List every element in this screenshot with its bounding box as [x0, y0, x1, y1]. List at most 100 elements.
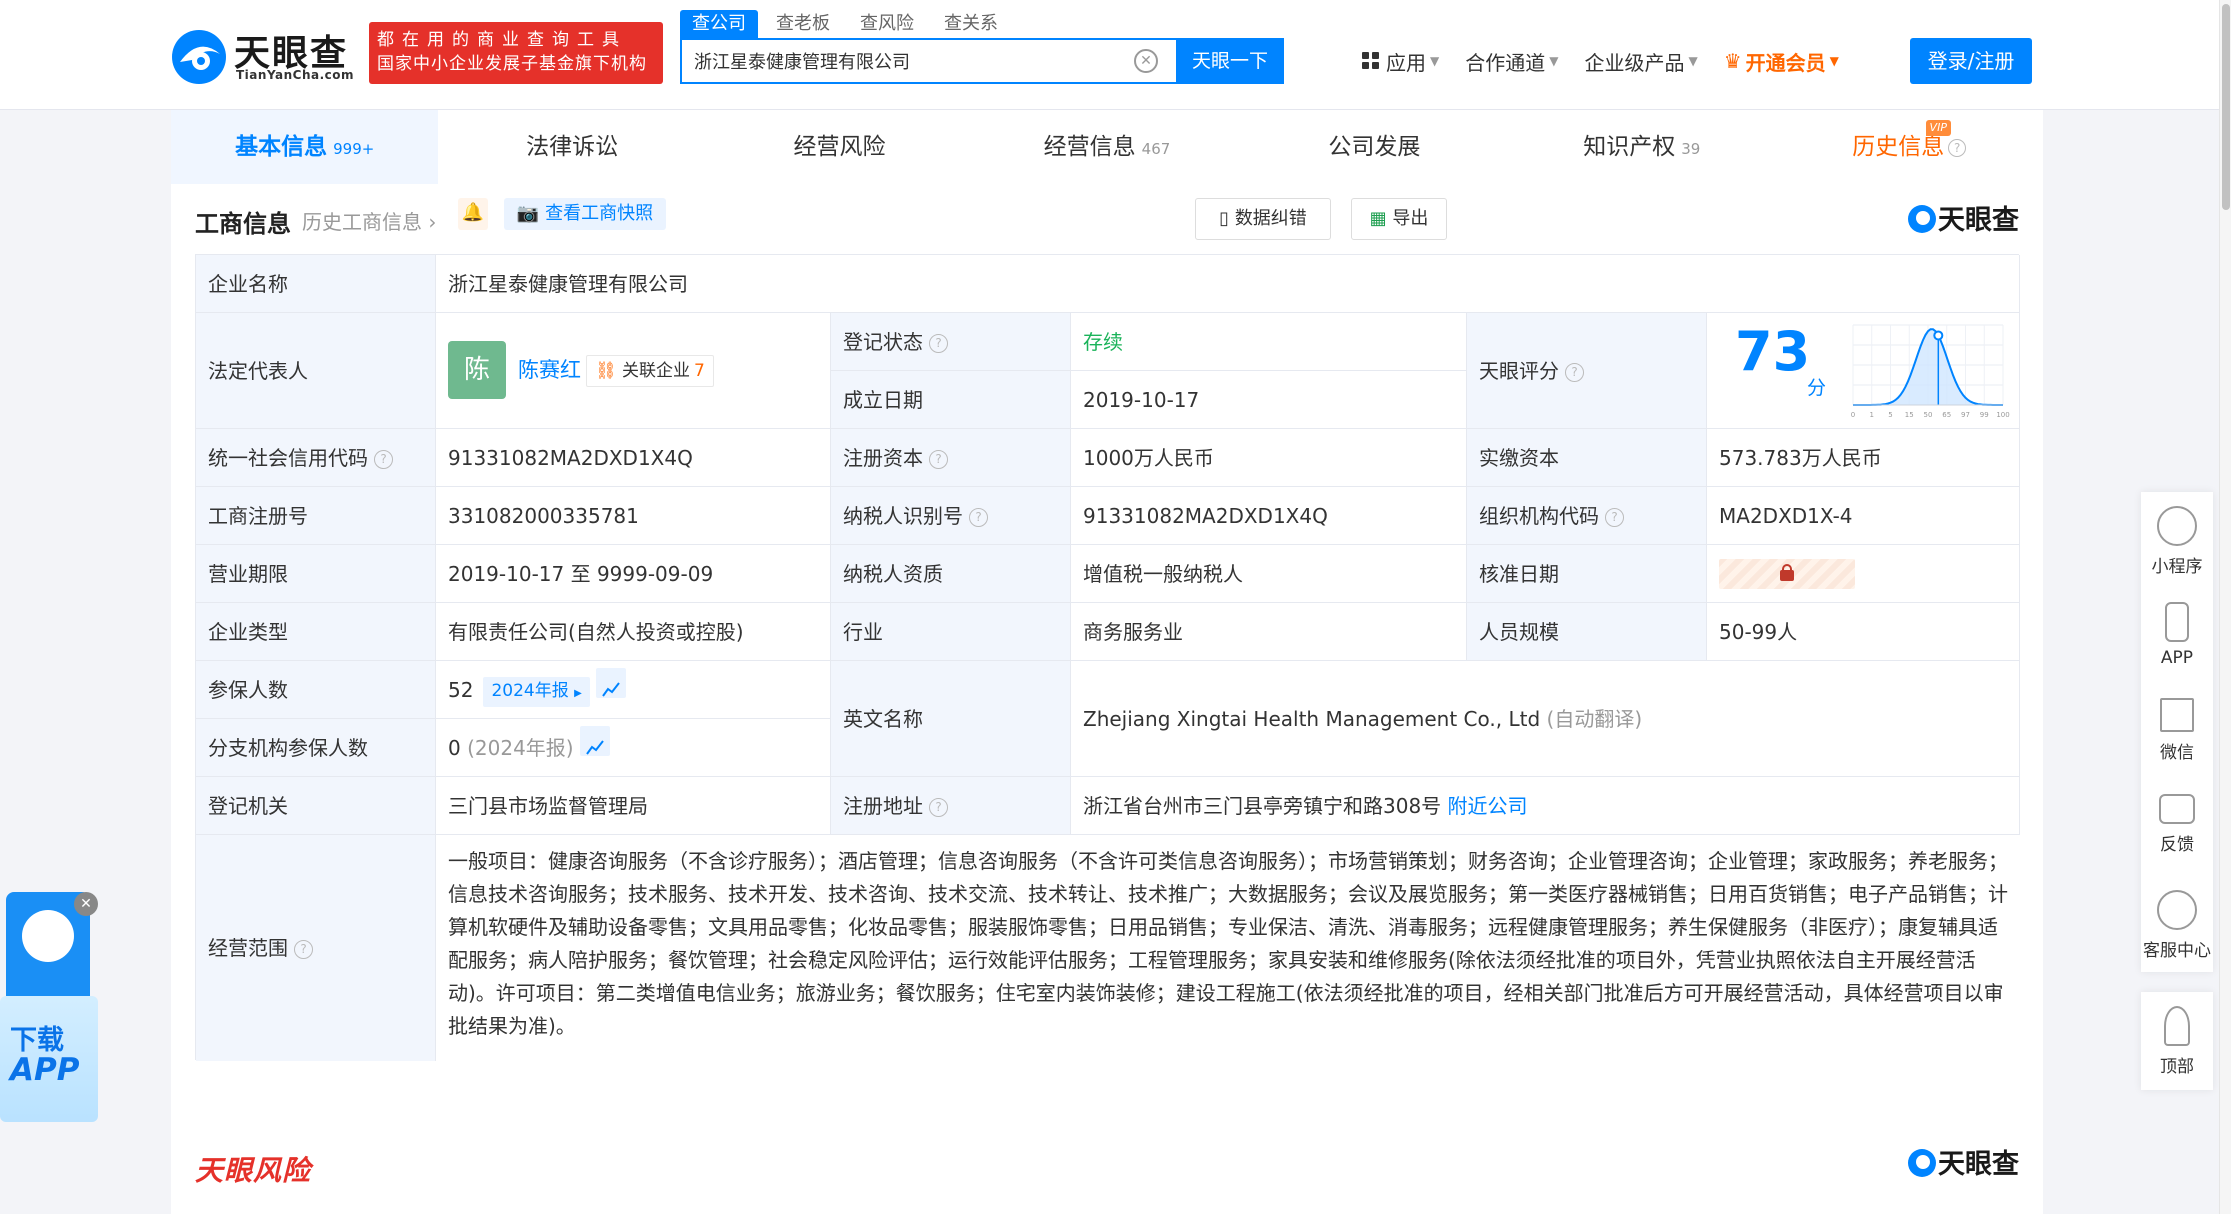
search-tab-company[interactable]: 查公司	[680, 10, 758, 38]
tab-development[interactable]: 公司发展	[1241, 110, 1508, 184]
search-tab-boss[interactable]: 查老板	[764, 10, 842, 38]
snapshot-button[interactable]: 📷 查看工商快照	[504, 198, 666, 230]
help-icon[interactable]: ?	[294, 940, 313, 959]
app-button[interactable]: APP	[2141, 588, 2213, 684]
back-to-top[interactable]: 顶部	[2141, 992, 2213, 1088]
tax-qualification-value: 增值税一般纳税人	[1071, 545, 1467, 603]
tab-ip[interactable]: 知识产权 39	[1508, 110, 1775, 184]
help-icon[interactable]: ?	[929, 798, 948, 817]
staff-size-value: 50-99人	[1707, 603, 2020, 661]
logo-eye-icon	[1908, 205, 1936, 233]
mini-program-button[interactable]: 小程序	[2141, 492, 2213, 588]
download-app-banner[interactable]: 下载 APP	[0, 996, 98, 1122]
download-app-float[interactable]: 下载 APP ✕	[0, 892, 100, 1132]
export-button[interactable]: ▦ 导出	[1351, 198, 1447, 240]
score-unit: 分	[1807, 377, 1827, 399]
legal-rep-cell: 陈 陈赛红 ⛓ 关联企业 7	[436, 313, 831, 429]
history-business-link[interactable]: 历史工商信息 ›	[302, 206, 436, 235]
search-button[interactable]: 天眼一下	[1176, 38, 1284, 84]
label-english-name: 英文名称	[831, 661, 1071, 777]
label-text: 经营范围	[208, 936, 288, 960]
close-icon[interactable]: ✕	[74, 892, 98, 916]
customer-service-button[interactable]: 客服中心	[2141, 876, 2213, 972]
tab-operating-risk[interactable]: 经营风险	[706, 110, 973, 184]
crown-icon: ♛	[1723, 49, 1742, 73]
chat-icon	[2159, 794, 2195, 824]
tianyan-score-cell: 73 分 0 1 5 15 50 65 97 99 100	[1707, 313, 2020, 429]
insured-value: 52	[448, 678, 474, 702]
help-icon[interactable]: ?	[929, 450, 948, 469]
mini-program-icon	[2157, 506, 2197, 546]
search-tab-risk[interactable]: 查风险	[848, 10, 926, 38]
tianyancha-logo[interactable]: 天眼查 TianYanCha.com	[170, 24, 360, 86]
nav-partner[interactable]: 合作通道 ▼	[1465, 47, 1558, 76]
chart-area	[1853, 329, 2003, 405]
help-icon[interactable]: ?	[969, 508, 988, 527]
tab-basic-info[interactable]: 基本信息 999+	[171, 110, 439, 184]
clear-search-icon[interactable]: ✕	[1134, 49, 1158, 73]
tab-label: 经营信息	[1043, 134, 1136, 160]
help-icon[interactable]: ?	[374, 450, 393, 469]
tab-history[interactable]: 历史信息? VIP	[1776, 110, 2043, 184]
score-distribution-chart: 0 1 5 15 50 65 97 99 100	[1851, 324, 2010, 419]
help-icon[interactable]: ?	[1605, 508, 1624, 527]
tab-label: 历史信息	[1852, 134, 1945, 160]
rf-label: APP	[2160, 648, 2194, 668]
legal-rep-name[interactable]: 陈赛红	[518, 341, 581, 399]
download-app-label: APP	[10, 1052, 80, 1088]
nav-enterprise-label: 企业级产品	[1584, 50, 1685, 75]
vertical-scrollbar[interactable]	[2219, 0, 2231, 1214]
apps-grid-icon	[1362, 52, 1380, 70]
rf-label: 客服中心	[2143, 941, 2211, 961]
tab-label: 经营风险	[793, 134, 886, 160]
business-scope-value: 一般项目：健康咨询服务（不含诊疗服务）；酒店管理；信息咨询服务（不含许可类信息咨…	[448, 849, 2008, 1038]
nearby-companies-link[interactable]: 附近公司	[1448, 794, 1528, 818]
label-text: 纳税人识别号	[843, 504, 963, 528]
search-box: ✕ 天眼一下	[680, 38, 1284, 84]
avatar: 陈	[448, 341, 506, 399]
annual-report-tag[interactable]: 2024年报 ▶	[483, 677, 590, 707]
nav-enterprise[interactable]: 企业级产品 ▼	[1584, 47, 1697, 76]
nav-vip[interactable]: ♛ 开通会员 ▼	[1724, 47, 1839, 76]
nav-partner-label: 合作通道	[1465, 50, 1546, 75]
rf-label: 顶部	[2160, 1057, 2194, 1077]
snapshot-label: 查看工商快照	[545, 203, 654, 224]
bell-icon[interactable]: 🔔	[458, 198, 488, 230]
export-label: 导出	[1392, 208, 1429, 229]
label-reg-authority: 登记机关	[196, 777, 436, 835]
data-correct-button[interactable]: ▯ 数据纠错	[1195, 198, 1331, 240]
related-label: 关联企业	[622, 361, 690, 381]
help-icon[interactable]: ?	[1565, 363, 1584, 382]
business-info-table: 企业名称 浙江星泰健康管理有限公司 法定代表人 陈 陈赛红 ⛓ 关联企业 7 登记…	[195, 254, 2020, 1061]
tab-litigation[interactable]: 法律诉讼	[438, 110, 705, 184]
scrollbar-thumb[interactable]	[2222, 4, 2230, 210]
trend-chart-icon[interactable]	[595, 668, 626, 698]
label-reg-number: 工商注册号	[196, 487, 436, 545]
english-name-value: Zhejiang Xingtai Health Management Co., …	[1083, 707, 1541, 731]
back-to-top-button[interactable]: 顶部	[2141, 992, 2213, 1090]
help-icon: ?	[1948, 138, 1967, 157]
label-org-code: 组织机构代码?	[1467, 487, 1707, 545]
rf-label: 微信	[2160, 743, 2194, 763]
login-register-button[interactable]: 登录/注册	[1910, 38, 2032, 84]
label-business-scope: 经营范围?	[196, 835, 436, 1061]
nav-apps[interactable]: 应用 ▼	[1362, 47, 1439, 76]
trend-chart-icon[interactable]	[579, 726, 610, 756]
tab-operating-info[interactable]: 经营信息 467	[973, 110, 1240, 184]
chart-tick-label: 5	[1888, 411, 1892, 419]
search-input[interactable]	[694, 40, 1134, 82]
related-companies-tag[interactable]: ⛓ 关联企业 7	[586, 355, 714, 387]
help-icon[interactable]: ?	[929, 334, 948, 353]
branch-report-note: (2024年报)	[467, 736, 574, 760]
lock-icon[interactable]	[1719, 559, 1855, 589]
chart-tick-label: 65	[1942, 411, 1951, 419]
reg-authority-value: 三门县市场监督管理局	[436, 777, 831, 835]
search-tab-relation[interactable]: 查关系	[932, 10, 1010, 38]
chevron-down-icon: ▼	[1549, 54, 1559, 68]
logo-domain: TianYanCha.com	[236, 68, 355, 82]
feedback-button[interactable]: 反馈	[2141, 780, 2213, 876]
label-tianyan-score: 天眼评分?	[1467, 313, 1707, 429]
company-tabs: 基本信息 999+ 法律诉讼 经营风险 经营信息 467 公司发展 知识产权 39 历…	[171, 110, 2043, 184]
wechat-button[interactable]: 微信	[2141, 684, 2213, 780]
label-text: 统一社会信用代码	[208, 446, 368, 470]
